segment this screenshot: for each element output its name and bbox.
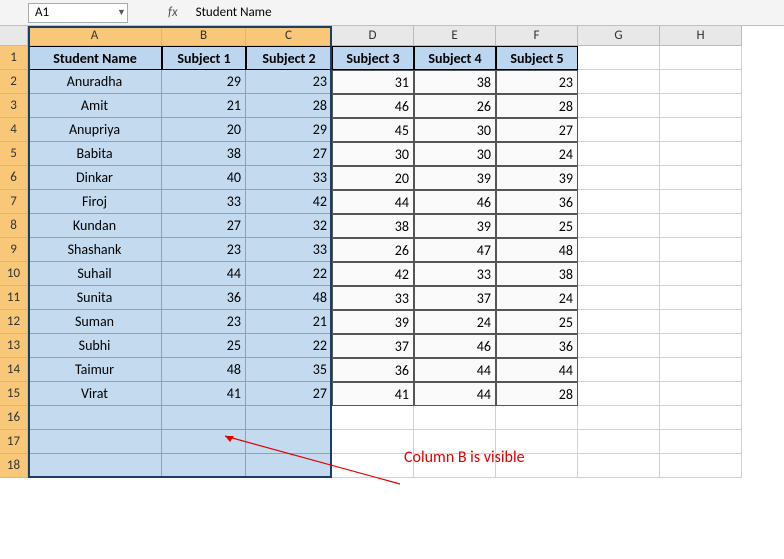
- annotation-arrow: [0, 26, 784, 559]
- name-box[interactable]: A1 ▼: [28, 3, 128, 23]
- name-box-value: A1: [29, 5, 55, 20]
- annotation-text: Column B is visible: [404, 448, 525, 467]
- name-box-dropdown-icon[interactable]: ▼: [111, 7, 127, 18]
- formula-input[interactable]: Student Name: [196, 5, 272, 20]
- formula-bar: A1 ▼ fx Student Name: [0, 0, 784, 26]
- fx-icon[interactable]: fx: [168, 5, 178, 20]
